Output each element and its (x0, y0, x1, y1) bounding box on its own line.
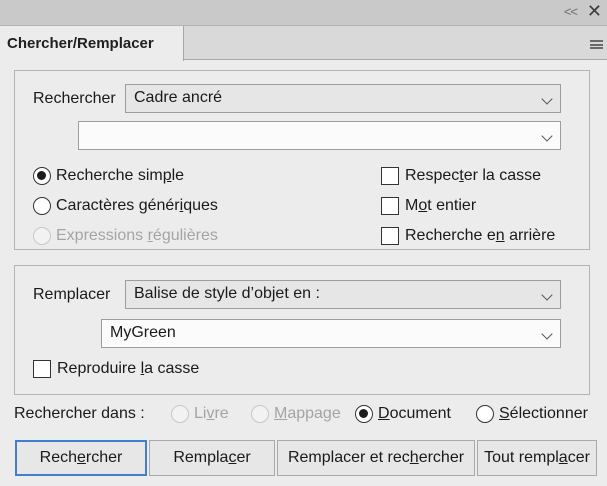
replace-button[interactable]: Remplacer (149, 440, 275, 476)
scope-selection-radio[interactable] (476, 405, 494, 423)
replace-and-find-button[interactable]: Remplacer et rechercher (277, 440, 475, 476)
scope-map-label: Mappage (274, 405, 341, 422)
find-replace-panel: << ✕ Chercher/Remplacer Rechercher Cadre… (0, 0, 607, 486)
whole-word-checkbox[interactable] (381, 197, 399, 215)
scope-book-label: Livre (194, 405, 229, 422)
regex-radio (33, 227, 51, 245)
simple-search-label[interactable]: Recherche simple (56, 167, 184, 185)
wildcards-label[interactable]: Caractères génériques (56, 197, 218, 215)
panel-tab-row: Chercher/Remplacer (0, 26, 607, 61)
search-backward-checkbox[interactable] (381, 227, 399, 245)
preserve-case-checkbox[interactable] (33, 360, 51, 378)
match-case-label[interactable]: Respecter la casse (405, 167, 541, 185)
find-button[interactable]: Rechercher (15, 440, 147, 476)
close-icon[interactable]: ✕ (587, 1, 602, 22)
chevron-down-icon (541, 130, 553, 142)
find-type-value: Cadre ancré (134, 89, 223, 106)
panel-menu-icon[interactable] (590, 40, 603, 49)
scope-map-radio (251, 405, 269, 423)
replace-label: Remplacer (33, 286, 111, 303)
panel-title-bar: << ✕ (0, 0, 607, 26)
replace-all-button[interactable]: Tout remplacer (477, 440, 597, 476)
preserve-case-label[interactable]: Reproduire la casse (57, 360, 199, 378)
regex-label: Expressions régulières (56, 227, 218, 244)
replace-type-select[interactable]: Balise de style d’objet en : (125, 280, 561, 309)
chevron-down-icon (541, 289, 553, 301)
match-case-checkbox[interactable] (381, 167, 399, 185)
whole-word-label[interactable]: Mot entier (405, 197, 476, 215)
replace-value-text: MyGreen (110, 324, 176, 341)
chevron-down-icon (541, 93, 553, 105)
chevron-down-icon (541, 328, 553, 340)
replace-value-select[interactable]: MyGreen (101, 319, 561, 348)
wildcards-radio[interactable] (33, 197, 51, 215)
search-in-label: Rechercher dans : (14, 405, 145, 422)
find-type-select[interactable]: Cadre ancré (125, 84, 561, 113)
replace-type-value: Balise de style d’objet en : (134, 285, 320, 302)
scope-document-label[interactable]: Document (378, 405, 451, 423)
collapse-panel-icon[interactable]: << (564, 4, 578, 19)
find-label: Rechercher (33, 90, 116, 107)
tab-find-replace[interactable]: Chercher/Remplacer (0, 26, 184, 61)
simple-search-radio[interactable] (33, 167, 51, 185)
find-value-select[interactable] (78, 121, 561, 150)
scope-selection-label[interactable]: Sélectionner (499, 405, 588, 423)
scope-document-radio[interactable] (355, 405, 373, 423)
search-backward-label[interactable]: Recherche en arrière (405, 227, 555, 245)
scope-book-radio (171, 405, 189, 423)
